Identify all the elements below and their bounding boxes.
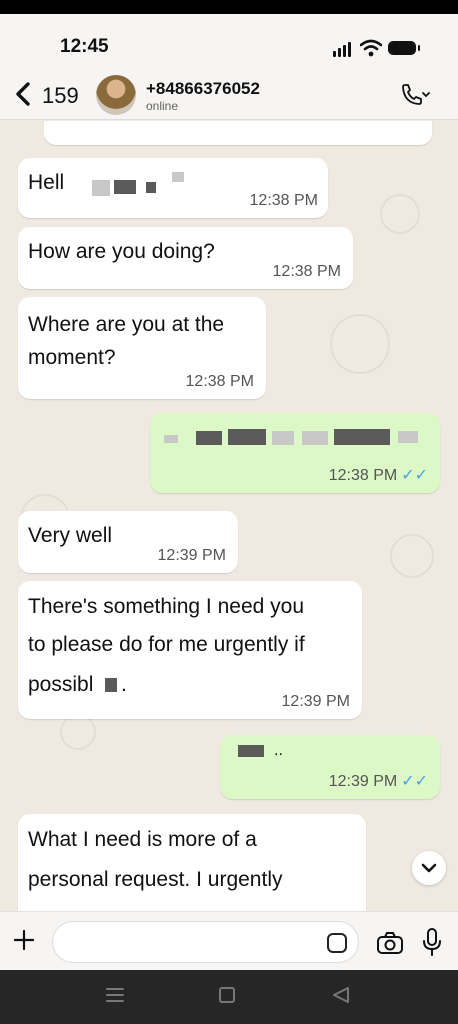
plus-icon[interactable] — [12, 928, 36, 952]
message-text: personal request. I urgently — [28, 868, 283, 891]
message-text: to please do for me urgently if — [28, 633, 305, 656]
redacted-text — [238, 745, 264, 757]
status-bar: 12:45 — [0, 14, 458, 64]
back-triangle-icon[interactable] — [331, 986, 351, 1004]
message-text: moment? — [28, 346, 116, 369]
message-input[interactable] — [52, 921, 359, 963]
menu-icon[interactable] — [106, 987, 124, 1003]
system-navigation-bar — [0, 970, 458, 1024]
message-bubble-outgoing[interactable]: 12:38 PM ✓✓ — [150, 413, 440, 493]
redacted-text — [172, 172, 184, 182]
composer-bar — [0, 911, 458, 970]
message-bubble-incoming[interactable]: Where are you at the moment? 12:38 PM — [18, 297, 266, 399]
message-time: 12:39 PM — [157, 547, 226, 564]
message-time: 12:38 PM ✓✓ — [328, 467, 428, 484]
message-text: Hell — [28, 171, 65, 194]
message-time: 12:38 PM — [249, 192, 318, 209]
chevron-left-icon[interactable] — [10, 80, 38, 108]
double-check-icon: ✓✓ — [401, 467, 428, 484]
sticker-icon[interactable] — [327, 933, 347, 953]
chat-header: 159 +84866376052 online — [0, 64, 458, 120]
wifi-icon — [360, 39, 382, 57]
contact-name[interactable]: +84866376052 — [146, 79, 260, 99]
message-text: Where are you at the — [28, 313, 225, 336]
message-bubble-outgoing[interactable]: .. 12:39 PM ✓✓ — [220, 735, 440, 799]
message-time: 12:38 PM — [185, 373, 254, 390]
redacted-text — [92, 180, 110, 196]
message-time: 12:39 PM — [281, 693, 350, 710]
redacted-text — [398, 431, 418, 443]
message-text: .. — [274, 742, 283, 759]
message-text: . — [121, 673, 127, 696]
chevron-down-icon[interactable] — [412, 851, 446, 885]
message-bubble-incoming[interactable]: Very well 12:39 PM — [18, 511, 238, 573]
message-text: What I need is more of a — [28, 828, 257, 851]
message-text: How are you doing? — [28, 240, 215, 263]
message-bubble-partial — [44, 121, 432, 145]
message-text: Very well — [28, 524, 113, 547]
microphone-icon[interactable] — [422, 928, 442, 956]
phone-icon[interactable] — [400, 84, 430, 106]
message-time: 12:39 PM ✓✓ — [328, 773, 428, 790]
redacted-text — [334, 429, 390, 445]
battery-icon — [388, 41, 420, 55]
redacted-text — [196, 431, 222, 445]
avatar[interactable] — [96, 75, 136, 115]
message-bubble-incoming[interactable]: How are you doing? 12:38 PM — [18, 227, 353, 289]
message-list[interactable]: Hell 12:38 PM How are you doing? 12:38 P… — [0, 121, 458, 911]
redacted-text — [228, 429, 266, 445]
redacted-text — [114, 180, 136, 194]
redacted-text — [302, 431, 328, 445]
contact-status: online — [146, 99, 179, 113]
message-bubble-incoming[interactable]: There's something I need you to please d… — [18, 581, 362, 719]
message-time: 12:38 PM — [272, 263, 341, 280]
status-time: 12:45 — [60, 36, 109, 57]
message-text: possibl — [28, 673, 94, 696]
redacted-text — [272, 431, 294, 445]
top-bezel — [0, 0, 458, 14]
redacted-text — [105, 678, 117, 692]
signal-icon — [333, 42, 351, 57]
message-bubble-incoming[interactable]: Hell 12:38 PM — [18, 158, 328, 218]
message-text: There's something I need you — [28, 595, 305, 618]
message-bubble-incoming[interactable]: What I need is more of a personal reques… — [18, 814, 366, 911]
redacted-text — [164, 435, 178, 443]
home-icon[interactable] — [219, 987, 235, 1003]
camera-icon[interactable] — [376, 931, 404, 955]
double-check-icon: ✓✓ — [401, 773, 428, 790]
unread-count[interactable]: 159 — [42, 83, 79, 109]
redacted-text — [146, 182, 156, 193]
